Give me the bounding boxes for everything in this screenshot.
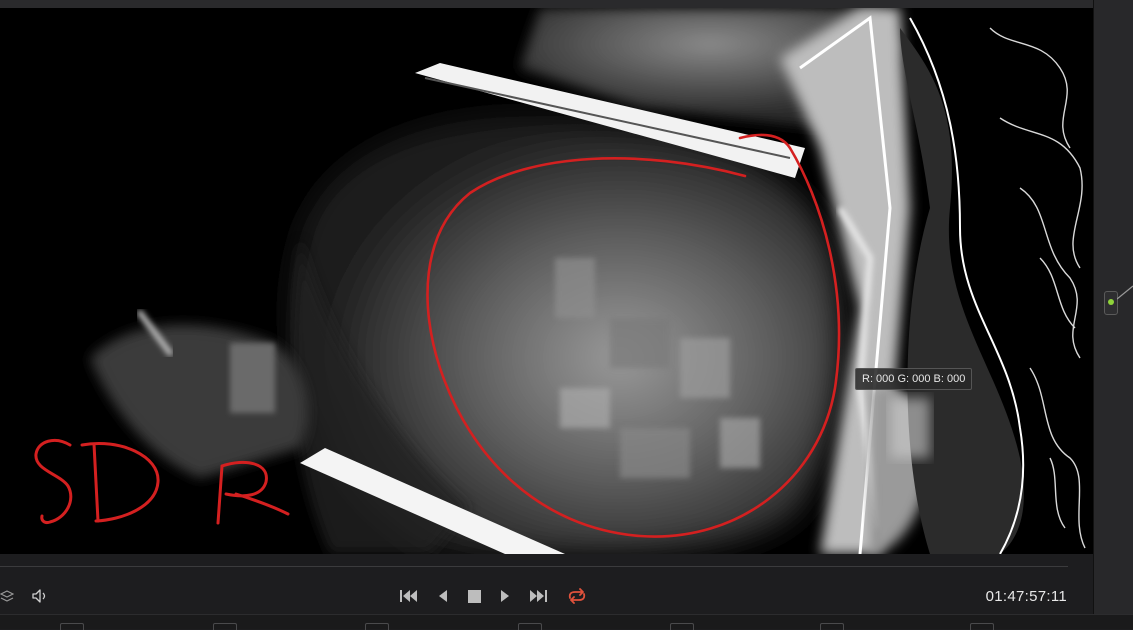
- pixel-value-readout: R: 000 G: 000 B: 000: [855, 368, 973, 390]
- scrubber-track[interactable]: [0, 566, 1068, 567]
- bottom-tab[interactable]: [213, 623, 237, 630]
- timecode-display: 01:47:57:11: [985, 588, 1067, 605]
- bottom-tab[interactable]: [518, 623, 542, 630]
- viewer-frame-image: [0, 8, 1093, 554]
- node-editor-panel[interactable]: [1093, 0, 1133, 628]
- node-connection-line: [1117, 285, 1133, 300]
- stop-icon[interactable]: [465, 586, 483, 606]
- play-icon[interactable]: [496, 586, 514, 606]
- layers-icon[interactable]: [0, 586, 14, 606]
- speaker-icon[interactable]: [30, 587, 50, 605]
- loop-icon[interactable]: [565, 586, 589, 606]
- bottom-tab[interactable]: [60, 623, 84, 630]
- node-connection-dot[interactable]: [1108, 299, 1114, 305]
- bottom-tab[interactable]: [365, 623, 389, 630]
- skip-to-end-icon[interactable]: [527, 586, 549, 606]
- skip-to-start-icon[interactable]: [398, 586, 420, 606]
- step-back-icon[interactable]: [434, 586, 452, 606]
- bottom-tab[interactable]: [970, 623, 994, 630]
- node-output-handle[interactable]: [1104, 291, 1118, 315]
- bottom-toolbar: [0, 614, 1133, 630]
- bottom-tab[interactable]: [820, 623, 844, 630]
- viewer-canvas[interactable]: R: 000 G: 000 B: 000: [0, 8, 1093, 554]
- viewer-top-strip: [0, 0, 1093, 8]
- transport-bar: 01:47:57:11: [0, 554, 1093, 614]
- bottom-tab[interactable]: [670, 623, 694, 630]
